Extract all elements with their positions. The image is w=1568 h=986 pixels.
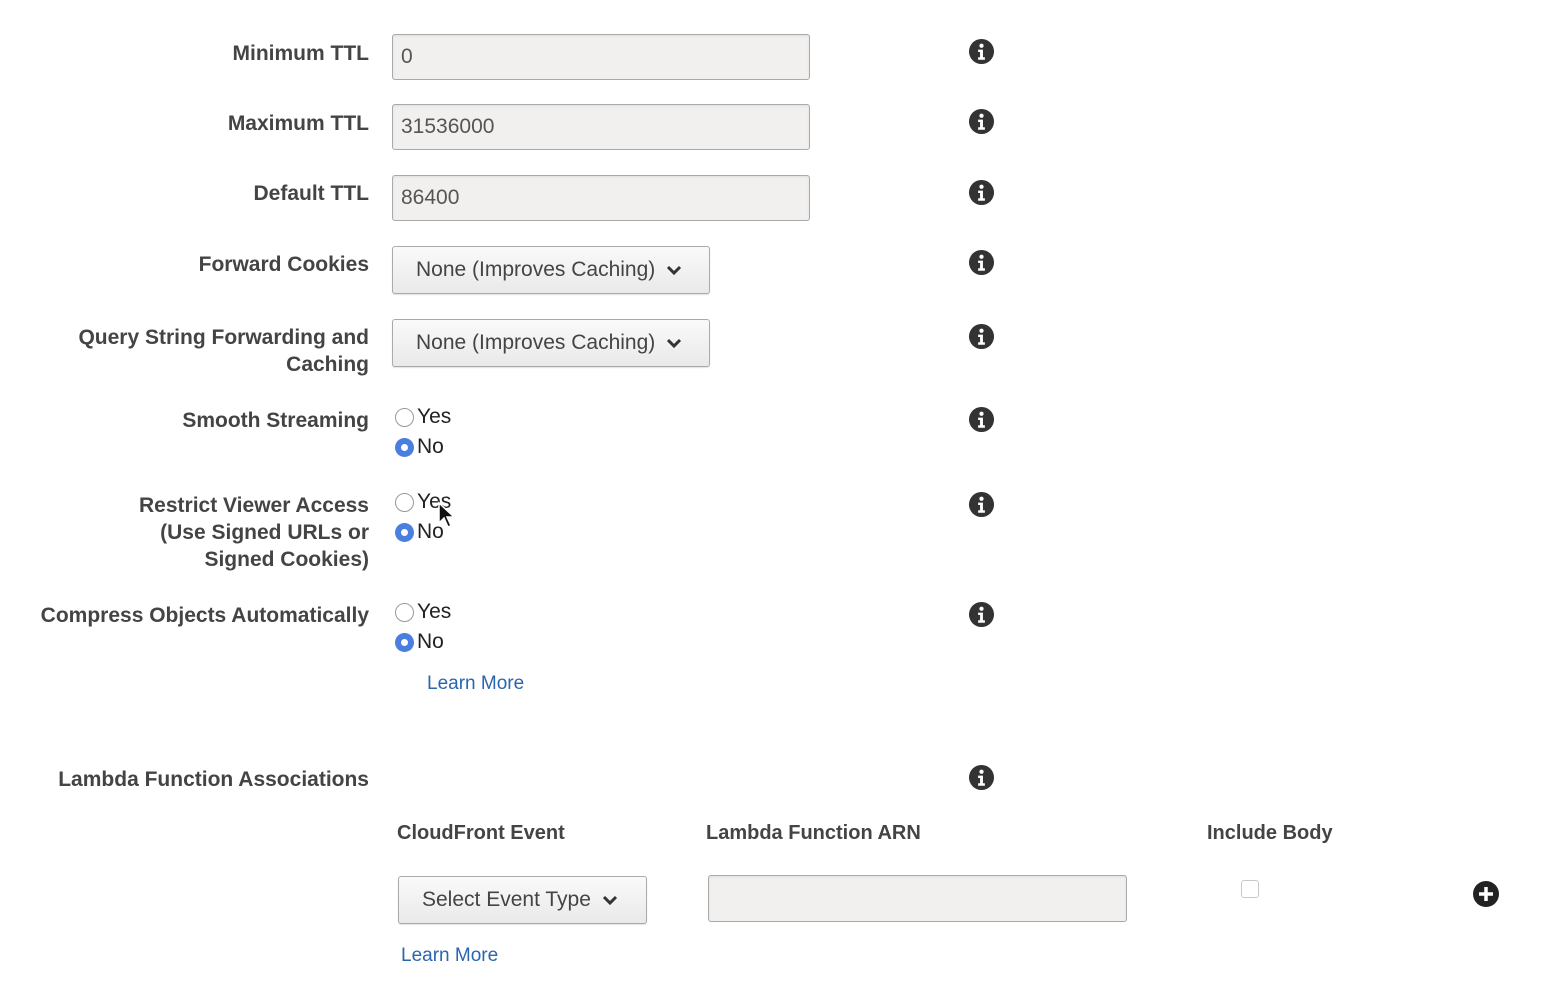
compress-yes-label: Yes: [417, 600, 452, 623]
include-body-header: Include Body: [1207, 822, 1333, 844]
forward-cookies-select[interactable]: None (Improves Caching): [392, 246, 710, 294]
smooth-streaming-label: Smooth Streaming: [182, 409, 369, 432]
lambda-arn-header: Lambda Function ARN: [706, 822, 921, 844]
info-icon[interactable]: [968, 601, 995, 628]
lambda-arn-input[interactable]: [708, 875, 1127, 922]
compress-learn-more-link[interactable]: Learn More: [427, 673, 524, 695]
info-icon[interactable]: [968, 108, 995, 135]
plus-circle-icon[interactable]: [1472, 880, 1500, 908]
chevron-down-icon: [667, 265, 682, 276]
min-ttl-input[interactable]: [392, 34, 810, 80]
chevron-down-icon: [602, 895, 617, 906]
min-ttl-label: Minimum TTL: [232, 42, 369, 65]
restrict-viewer-label-line3: Signed Cookies): [204, 548, 369, 571]
info-icon[interactable]: [968, 179, 995, 206]
compress-no-label: No: [417, 630, 444, 653]
smooth-streaming-no-label: No: [417, 435, 444, 458]
info-icon[interactable]: [968, 406, 995, 433]
event-type-select[interactable]: Select Event Type: [398, 876, 647, 924]
forward-cookies-label: Forward Cookies: [198, 253, 369, 276]
info-icon[interactable]: [968, 491, 995, 518]
forward-cookies-value: None (Improves Caching): [416, 258, 656, 281]
query-string-label-line1: Query String Forwarding and: [78, 326, 369, 349]
compress-no-radio[interactable]: [395, 632, 414, 652]
smooth-streaming-no-option[interactable]: No: [395, 435, 444, 459]
cloudfront-event-header: CloudFront Event: [397, 822, 565, 844]
restrict-viewer-label-line1: Restrict Viewer Access: [139, 494, 369, 517]
query-string-label: Query String Forwarding and Caching: [9, 324, 369, 378]
smooth-streaming-yes-radio[interactable]: [395, 407, 414, 427]
event-type-value: Select Event Type: [422, 888, 591, 911]
smooth-streaming-no-radio[interactable]: [395, 437, 414, 457]
default-ttl-input[interactable]: [392, 175, 810, 221]
lambda-associations-label: Lambda Function Associations: [58, 768, 369, 791]
restrict-viewer-label: Restrict Viewer Access (Use Signed URLs …: [9, 492, 369, 573]
query-string-select[interactable]: None (Improves Caching): [392, 319, 710, 367]
restrict-viewer-yes-radio[interactable]: [395, 492, 414, 512]
info-icon[interactable]: [968, 38, 995, 65]
restrict-viewer-no-radio[interactable]: [395, 522, 414, 542]
query-string-label-line2: Caching: [286, 353, 369, 376]
include-body-checkbox[interactable]: [1241, 880, 1259, 898]
max-ttl-label: Maximum TTL: [227, 112, 369, 135]
mouse-cursor-icon: [438, 501, 456, 529]
compress-yes-radio[interactable]: [395, 602, 414, 622]
query-string-value: None (Improves Caching): [416, 331, 656, 354]
compress-label: Compress Objects Automatically: [40, 604, 369, 627]
info-icon[interactable]: [968, 764, 995, 791]
compress-yes-option[interactable]: Yes: [395, 600, 451, 624]
smooth-streaming-yes-option[interactable]: Yes: [395, 405, 451, 429]
chevron-down-icon: [667, 338, 682, 349]
max-ttl-input[interactable]: [392, 104, 810, 150]
info-icon[interactable]: [968, 249, 995, 276]
lambda-learn-more-link[interactable]: Learn More: [401, 945, 498, 967]
compress-no-option[interactable]: No: [395, 630, 444, 654]
default-ttl-label: Default TTL: [253, 182, 370, 205]
info-icon[interactable]: [968, 323, 995, 350]
restrict-viewer-label-line2: (Use Signed URLs or: [160, 521, 369, 544]
smooth-streaming-yes-label: Yes: [417, 405, 452, 428]
